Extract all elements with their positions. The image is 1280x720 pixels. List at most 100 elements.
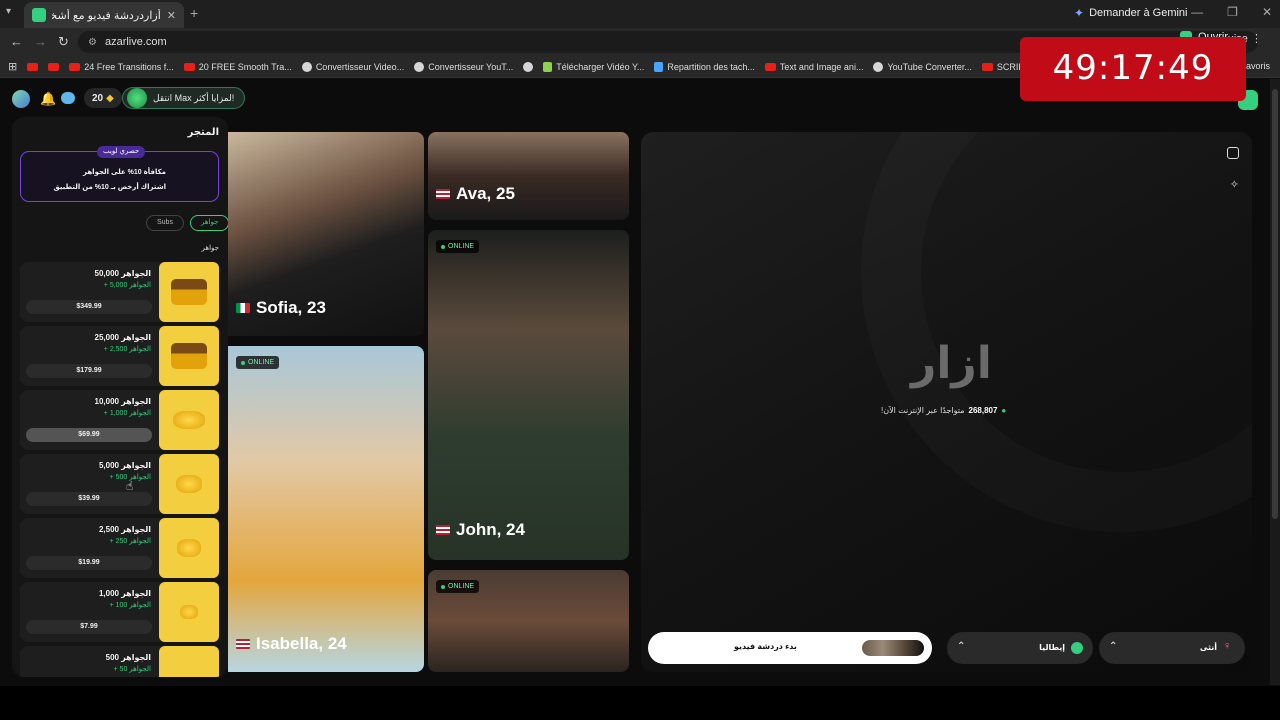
bookmark-item[interactable]: 20 FREE Smooth Tra... — [183, 62, 292, 72]
apps-grid-icon[interactable]: ⊞ — [8, 60, 17, 73]
promo-badge: حصري لويب — [97, 146, 146, 158]
gem-pile-icon — [159, 390, 219, 450]
section-label: جواهر — [201, 245, 219, 252]
avatar-stack — [862, 640, 924, 656]
profile-card[interactable]: ONLINE — [428, 570, 629, 672]
pack-price-button[interactable]: $349.99 — [26, 300, 152, 314]
profile-name-text: Sofia, 23 — [256, 298, 326, 317]
back-arrow-icon[interactable]: ← — [10, 34, 23, 49]
gem-pack[interactable]: 25,000 الجواهر + 2,500 الجواهر $179.99 — [20, 326, 219, 386]
bell-icon[interactable]: 🔔 — [40, 91, 56, 107]
country-label: إيطاليا — [1039, 643, 1065, 652]
profile-card-john[interactable]: ONLINE John, 24 — [428, 230, 629, 560]
bookmark-item[interactable]: Repartition des tach... — [654, 61, 755, 72]
notes-icon — [654, 61, 664, 72]
globe-icon — [414, 61, 425, 72]
store-tabs: Subs جواهر — [146, 215, 228, 231]
azar-page: 🔔 20 ◆ انتقل Max لمزايا أكثر! المتجر حصر… — [0, 79, 1270, 685]
gem-pack[interactable]: 500 الجواهر + 50 الجواهر — [20, 646, 219, 677]
online-dot-icon — [241, 360, 245, 365]
pack-bonus: + 2,500 الجواهر — [103, 346, 151, 353]
profile-card-ava[interactable]: Ava, 25 — [428, 132, 629, 220]
max-upgrade-button[interactable]: انتقل Max لمزايا أكثر! — [122, 87, 246, 109]
online-text: ONLINE — [448, 583, 475, 590]
bookmark-item[interactable]: YouTube Converter... — [873, 61, 972, 72]
pack-bonus: + 1,000 الجواهر — [103, 410, 151, 417]
bookmark-item[interactable]: 24 Free Transitions f... — [69, 62, 174, 72]
bookmark-item[interactable] — [523, 61, 534, 72]
online-text: ONLINE — [448, 243, 475, 250]
browser-tabbar: ▾ أزاردردشة فيديو مع أشخاص جدد ✕ + ✦ Dem… — [0, 0, 1280, 28]
gems-balance[interactable]: 20 ◆ — [84, 88, 122, 108]
download-icon — [543, 61, 553, 72]
youtube-icon — [764, 62, 776, 71]
tab-close-icon[interactable]: ✕ — [167, 9, 176, 22]
country-filter-button[interactable]: ⌃ إيطاليا — [947, 632, 1093, 664]
browser-tab-azar[interactable]: أزاردردشة فيديو مع أشخاص جدد ✕ — [24, 2, 184, 28]
page-scrollbar[interactable] — [1270, 79, 1280, 685]
pack-price-button[interactable]: $179.99 — [26, 364, 152, 378]
bookmark-item[interactable]: Text and Image ani... — [764, 62, 863, 72]
profile-name: John, 24 — [436, 520, 525, 540]
online-dot-icon — [441, 584, 445, 589]
clover-icon — [127, 88, 147, 108]
female-icon: ♀ — [1223, 640, 1232, 652]
gems-count: 20 — [92, 92, 104, 104]
youtube-icon — [981, 62, 993, 71]
new-tab-icon[interactable]: + — [190, 5, 198, 21]
gem-pack[interactable]: 1,000 الجواهر + 100 الجواهر $7.99 — [20, 582, 219, 642]
chat-icon[interactable] — [61, 92, 75, 104]
start-label: بدء دردشة فيديو — [734, 642, 797, 651]
profile-name: Isabella, 24 — [236, 634, 347, 654]
all-bookmarks-label[interactable]: favoris — [1243, 61, 1270, 71]
background-swirl — [861, 132, 1252, 532]
pack-amount: 10,000 الجواهر — [94, 397, 152, 406]
profile-card-isabella[interactable]: ONLINE Isabella, 24 — [228, 346, 424, 672]
bookmark-item[interactable] — [48, 62, 60, 71]
restore-icon[interactable]: ❐ — [1227, 5, 1238, 19]
gem-pack[interactable]: 5,000 الجواهر + 500 الجواهر $39.99 — [20, 454, 219, 514]
pack-price-button[interactable]: $39.99 — [26, 492, 152, 506]
gem-pack[interactable]: 10,000 الجواهر + 1,000 الجواهر $69.99 — [20, 390, 219, 450]
usa-flag-icon — [436, 189, 450, 199]
online-badge: ONLINE — [236, 356, 280, 369]
gem-pile-icon — [159, 454, 219, 514]
taskbar-strip — [0, 686, 1280, 720]
pack-bonus: + 50 الجواهر — [113, 666, 151, 673]
youtube-icon — [48, 62, 60, 71]
pack-price-button[interactable]: $7.99 — [26, 620, 152, 634]
reload-icon[interactable]: ↻ — [58, 34, 69, 50]
gem-pack[interactable]: 50,000 الجواهر + 5,000 الجواهر $349.99 — [20, 262, 219, 322]
globe-icon — [1071, 642, 1083, 654]
store-title: المتجر — [187, 127, 219, 138]
fullscreen-icon[interactable] — [1227, 147, 1239, 159]
start-video-chat-button[interactable]: بدء دردشة فيديو — [648, 632, 932, 664]
bookmark-item[interactable] — [27, 62, 39, 71]
pack-amount: 2,500 الجواهر — [98, 525, 151, 534]
tab-subs[interactable]: Subs — [146, 215, 184, 231]
gem-pack[interactable]: 2,500 الجواهر + 250 الجواهر $19.99 — [20, 518, 219, 578]
pack-price-button[interactable]: $19.99 — [26, 556, 152, 570]
tab-gems[interactable]: جواهر — [189, 215, 228, 231]
site-info-icon[interactable]: ⚙ — [88, 37, 97, 48]
promo-line: مكافأة 10% على الجواهر — [82, 169, 166, 176]
pack-price-button[interactable]: $69.99 — [26, 428, 152, 442]
bookmark-item[interactable]: Convertisseur YouT... — [414, 61, 513, 72]
tab-list-icon[interactable]: ▾ — [6, 6, 11, 17]
profile-card-sofia[interactable]: Sofia, 23 — [228, 132, 424, 336]
scroll-thumb[interactable] — [1272, 89, 1278, 519]
pack-amount: 1,000 الجواهر — [98, 589, 151, 598]
pack-bonus: + 5,000 الجواهر — [103, 282, 151, 289]
close-window-icon[interactable]: ✕ — [1262, 5, 1272, 19]
forward-arrow-icon[interactable]: → — [34, 34, 47, 49]
bookmark-item[interactable]: Télécharger Vidéo Y... — [543, 61, 644, 72]
avatar[interactable] — [12, 90, 30, 108]
gemini-button[interactable]: ✦ Demander à Gemini — [1074, 6, 1188, 20]
bookmark-item[interactable]: Convertisseur Video... — [301, 61, 404, 72]
italy-flag-icon — [236, 303, 250, 313]
gender-filter-button[interactable]: ⌃ أنثى ♀ — [1099, 632, 1245, 664]
minimize-icon[interactable]: — — [1191, 5, 1203, 19]
globe-icon — [523, 61, 534, 72]
effects-wand-icon[interactable]: ✧ — [1230, 178, 1239, 191]
promo-line: اشتراك أرخص بـ 10% من التطبيق — [53, 184, 166, 191]
